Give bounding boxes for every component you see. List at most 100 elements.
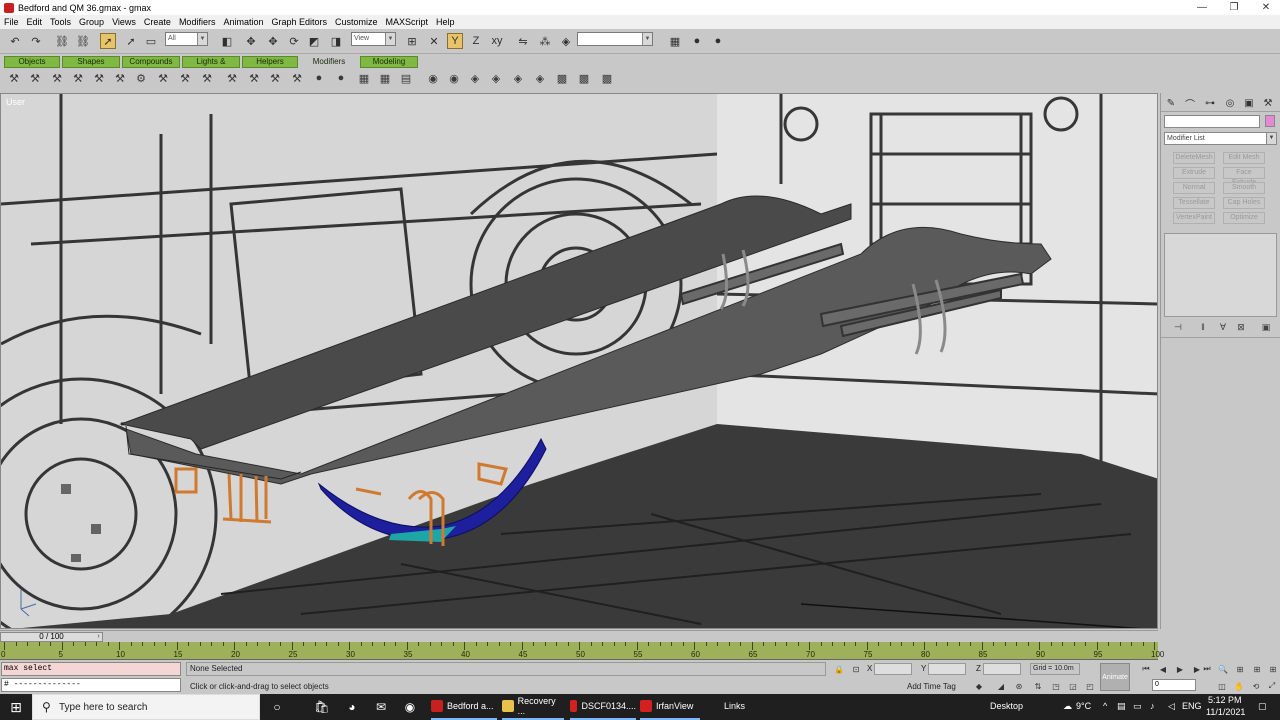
lock-selection-icon[interactable]: 🔒: [833, 663, 845, 675]
tab-modifiers[interactable]: Modifiers: [300, 56, 358, 68]
rotate-icon[interactable]: ⟳: [286, 33, 302, 49]
quick-render-icon[interactable]: ●: [710, 33, 726, 49]
menu-customize[interactable]: Customize: [331, 17, 382, 27]
undo-icon[interactable]: ↶: [7, 33, 23, 49]
selection-filter-dropdown[interactable]: All ▼: [165, 32, 208, 46]
track-bar[interactable]: 0 5 10 15 20 25 30 35 40 45 50 55 60 65 70 75 80 85 90 95 10…: [0, 642, 1164, 660]
zoom-extents-all-icon[interactable]: ⊞: [1251, 663, 1263, 675]
current-frame-field[interactable]: 0: [1152, 679, 1196, 691]
menu-graph-editors[interactable]: Graph Editors: [267, 17, 331, 27]
display-tab-icon[interactable]: ▣: [1242, 96, 1256, 110]
skew-icon[interactable]: ⚒: [225, 71, 239, 85]
clock-time[interactable]: 5:12 PM: [1208, 695, 1242, 705]
show-end-result-icon[interactable]: ‖: [1196, 321, 1210, 333]
weather-temp[interactable]: 9°C: [1076, 701, 1091, 711]
minimize-button[interactable]: —: [1188, 0, 1216, 15]
firefox-icon[interactable]: ◉: [401, 698, 419, 716]
restrict-z-icon[interactable]: Z: [468, 33, 484, 49]
slice-icon[interactable]: ⚒: [268, 71, 282, 85]
modifier-button-tessellate[interactable]: Tessellate: [1173, 197, 1215, 209]
modifier-button-cap-holes[interactable]: Cap Holes: [1223, 197, 1265, 209]
zoom-all-icon[interactable]: ⊞: [1234, 663, 1246, 675]
modifier-button-optimize[interactable]: Optimize: [1223, 212, 1265, 224]
zoom-extents-icon[interactable]: ◳: [1050, 680, 1062, 692]
menu-modifiers[interactable]: Modifiers: [175, 17, 220, 27]
named-selection-dropdown[interactable]: ▼: [577, 32, 653, 46]
maxscript-listener-line[interactable]: max select: [1, 662, 181, 676]
ripple-icon[interactable]: ⚒: [178, 71, 192, 85]
modifier-button-edit-mesh[interactable]: Edit Mesh: [1223, 152, 1265, 164]
smooth-icon[interactable]: ◈: [489, 71, 503, 85]
uvw-map-icon[interactable]: ▤: [399, 71, 413, 85]
rectangular-selection-icon[interactable]: ▭: [143, 33, 159, 49]
tab-helpers[interactable]: Helpers: [242, 56, 298, 68]
squash-icon[interactable]: ◨: [328, 33, 344, 49]
select-object-icon[interactable]: ➚: [100, 33, 116, 49]
time-slider[interactable]: 0 / 100 ›: [0, 630, 1158, 642]
field-of-view-icon[interactable]: ◫: [1216, 680, 1228, 692]
tab-objects[interactable]: Objects: [4, 56, 60, 68]
configure-sets-icon[interactable]: ▣: [1259, 321, 1273, 333]
zoom-region-icon[interactable]: ◲: [1067, 680, 1079, 692]
utilities-tab-icon[interactable]: ⚒: [1261, 96, 1275, 110]
tab-modeling[interactable]: Modeling: [360, 56, 418, 68]
object-color-swatch[interactable]: [1265, 115, 1275, 127]
taskbar-app-irfanview[interactable]: IrfanView: [640, 694, 700, 720]
perspective-viewport[interactable]: User: [0, 93, 1158, 629]
restrict-y-icon[interactable]: Y: [447, 33, 463, 49]
go-to-end-icon[interactable]: ⏭: [1201, 663, 1213, 675]
vertex-paint-icon[interactable]: ▩: [555, 71, 569, 85]
remove-modifier-icon[interactable]: ⊠: [1234, 321, 1248, 333]
pivot-center-icon[interactable]: ⊞: [404, 33, 420, 49]
stretch-icon[interactable]: ⚒: [92, 71, 106, 85]
noise-icon[interactable]: ⚒: [71, 71, 85, 85]
modifier-button-extrude[interactable]: Extrude: [1173, 167, 1215, 179]
pin-stack-icon[interactable]: ⊣: [1171, 321, 1185, 333]
y-coord-field[interactable]: [928, 663, 966, 675]
modify-tab-icon[interactable]: ⌒: [1183, 96, 1197, 111]
spherify-icon[interactable]: ⚒: [290, 71, 304, 85]
unlink-icon[interactable]: ⛓: [75, 33, 91, 49]
modifier-button-normal[interactable]: Normal: [1173, 182, 1215, 194]
volume-icon[interactable]: ♪: [1150, 701, 1155, 711]
mirror-icon[interactable]: ⇋: [515, 33, 531, 49]
show-hidden-icons-icon[interactable]: ^: [1103, 701, 1107, 711]
menu-help[interactable]: Help: [432, 17, 459, 27]
menu-create[interactable]: Create: [140, 17, 175, 27]
bend-icon[interactable]: ⚒: [7, 71, 21, 85]
restore-button[interactable]: ❐: [1220, 0, 1248, 15]
restrict-x-icon[interactable]: ✕: [426, 33, 442, 49]
select-and-move-icon[interactable]: ✥: [243, 33, 259, 49]
modifier-list-dropdown[interactable]: Modifier List ▼: [1164, 132, 1277, 145]
menu-maxscript[interactable]: MAXScript: [382, 17, 433, 27]
z-coord-field[interactable]: [983, 663, 1021, 675]
tab-lights-cameras[interactable]: Lights & Cameras: [182, 56, 240, 76]
modifier-button-smooth[interactable]: Smooth: [1223, 182, 1265, 194]
network-icon[interactable]: ▤: [1117, 701, 1126, 712]
lattice-icon[interactable]: ⚙: [134, 71, 148, 85]
redo-icon[interactable]: ↷: [28, 33, 44, 49]
hierarchy-tab-icon[interactable]: ⊶: [1203, 96, 1217, 110]
taskbar-app-recovery[interactable]: Recovery ...: [502, 694, 564, 720]
reference-coordinate-dropdown[interactable]: View ▼: [351, 32, 396, 46]
wave-icon[interactable]: ⚒: [156, 71, 170, 85]
optimize-icon[interactable]: ◈: [468, 71, 482, 85]
previous-frame-icon[interactable]: ◀: [1157, 663, 1169, 675]
melt-icon[interactable]: ⚒: [247, 71, 261, 85]
zoom-extents-selected-icon[interactable]: ⊞: [1267, 663, 1279, 675]
select-by-name-icon[interactable]: ➚: [123, 33, 139, 49]
edit-mesh-icon[interactable]: ◉: [426, 71, 440, 85]
select-and-link-icon[interactable]: ⛓: [54, 33, 70, 49]
menu-group[interactable]: Group: [75, 17, 108, 27]
go-to-start-icon[interactable]: ⏮: [1140, 663, 1152, 675]
edit-poly-icon[interactable]: ◉: [447, 71, 461, 85]
play-icon[interactable]: ▶: [1174, 663, 1186, 675]
modifier-stack-view[interactable]: [1164, 233, 1277, 317]
make-unique-icon[interactable]: ∀: [1216, 321, 1230, 333]
battery-icon[interactable]: ▭: [1133, 701, 1142, 712]
modifier-button-deletemesh[interactable]: DeleteMesh: [1173, 152, 1215, 164]
motion-tab-icon[interactable]: ◎: [1223, 96, 1237, 110]
unwrap-uvw-icon[interactable]: ▩: [577, 71, 591, 85]
menu-views[interactable]: Views: [108, 17, 140, 27]
relax-icon[interactable]: ◈: [511, 71, 525, 85]
